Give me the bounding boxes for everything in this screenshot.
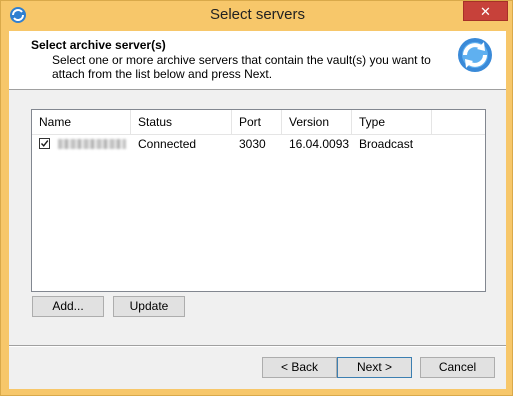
update-button[interactable]: Update [113, 296, 185, 317]
row-version: 16.04.0093 [289, 137, 350, 151]
next-button[interactable]: Next > [337, 357, 412, 378]
row-port: 3030 [239, 137, 266, 151]
row-checkbox[interactable] [39, 138, 50, 149]
column-header-version[interactable]: Version [282, 110, 352, 134]
checkmark-icon [40, 140, 49, 147]
column-header-port[interactable]: Port [232, 110, 282, 134]
column-header-status[interactable]: Status [131, 110, 232, 134]
list-header: Name Status Port Version Type [32, 110, 485, 135]
server-list[interactable]: Name Status Port Version Type Connected … [31, 109, 486, 292]
column-header-name[interactable]: Name [32, 110, 131, 134]
refresh-arrows-icon [456, 36, 494, 74]
column-header-type[interactable]: Type [352, 110, 432, 134]
server-name-redacted [58, 139, 126, 149]
window-title: Select servers [209, 6, 306, 23]
cancel-button[interactable]: Cancel [420, 357, 495, 378]
back-button[interactable]: < Back [262, 357, 337, 378]
footer-separator [9, 345, 506, 347]
close-button[interactable]: ✕ [463, 1, 508, 21]
row-status: Connected [138, 137, 197, 151]
add-button[interactable]: Add... [32, 296, 104, 317]
table-row[interactable]: Connected 3030 16.04.0093 Broadcast [32, 135, 485, 153]
dialog-window: Select servers ✕ Select archive server(s… [0, 0, 513, 396]
title-bar[interactable]: Select servers ✕ [1, 1, 513, 29]
row-type: Broadcast [359, 137, 414, 151]
header-description: Select one or more archive servers that … [52, 53, 431, 81]
dialog-client: Select archive server(s) Select one or m… [9, 31, 506, 389]
wizard-header: Select archive server(s) Select one or m… [9, 31, 506, 90]
header-title: Select archive server(s) [31, 38, 166, 52]
